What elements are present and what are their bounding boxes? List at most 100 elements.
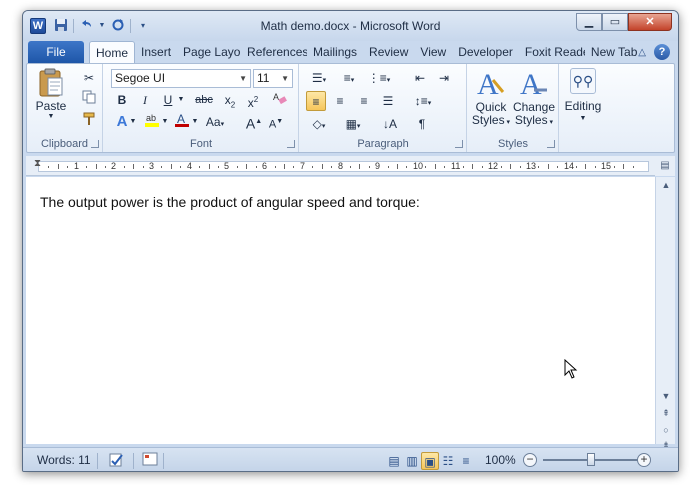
tab-home[interactable]: Home (89, 41, 136, 63)
zoom-in-icon[interactable]: + (637, 453, 651, 467)
view-ruler-icon[interactable]: ▤ (655, 156, 675, 176)
full-screen-reading-icon[interactable]: ▥ (403, 452, 421, 470)
ruler-tick (237, 166, 238, 168)
tab-view[interactable]: View (414, 41, 452, 63)
minimize-button[interactable]: ▁ (576, 13, 602, 31)
highlight-dropdown-icon[interactable]: ▼ (160, 112, 170, 132)
paste-button[interactable]: Paste ▼ (33, 68, 69, 121)
line-spacing-icon[interactable]: ↕≡▾ (410, 91, 436, 111)
tab-file[interactable]: File (28, 41, 84, 63)
shrink-font-icon[interactable]: A▼ (266, 112, 286, 132)
superscript-icon[interactable]: x2 (243, 90, 263, 110)
font-name-combo[interactable]: Segoe UI ▼ (111, 69, 251, 88)
underline-icon[interactable]: U (158, 90, 178, 110)
status-bar: Words: 11 ▤ ▥ ▣ ☷ ≡ 100% − + (23, 447, 678, 471)
ruler-tick (96, 164, 97, 169)
increase-indent-icon[interactable]: ⇥ (434, 68, 454, 88)
ruler-tick (209, 164, 210, 169)
quick-styles-button[interactable]: A Quick Styles ▾ (470, 66, 512, 129)
help-icon[interactable]: ? (654, 44, 670, 60)
change-styles-button[interactable]: A Change Styles ▾ (512, 66, 556, 129)
tab-references[interactable]: References (241, 41, 307, 63)
scroll-up-icon[interactable]: ▲ (656, 180, 676, 190)
outline-view-icon[interactable]: ☷ (439, 452, 457, 470)
borders-icon[interactable]: ▦▾ (340, 114, 366, 134)
underline-dropdown-icon[interactable]: ▼ (176, 90, 186, 110)
font-color-icon[interactable]: A (172, 112, 192, 132)
numbering-icon[interactable]: ≡▾ (336, 68, 362, 88)
subscript-icon[interactable]: x2 (220, 90, 240, 110)
italic-icon[interactable]: I (135, 90, 155, 110)
tab-new-tab[interactable]: New Tab (585, 41, 643, 63)
copy-icon[interactable] (79, 90, 99, 110)
word-window: W ▼ ▾ Math demo.docx - Microsoft Word ▁ … (22, 10, 679, 472)
font-size-combo[interactable]: 11 ▼ (253, 69, 293, 88)
tab-developer[interactable]: Developer (452, 41, 519, 63)
tab-mailings[interactable]: Mailings (307, 41, 363, 63)
clipboard-launcher-icon[interactable] (91, 140, 99, 148)
font-color-dropdown-icon[interactable]: ▼ (190, 112, 200, 132)
align-center-icon[interactable]: ≡ (330, 91, 350, 111)
paragraph-launcher-icon[interactable] (455, 140, 463, 148)
editing-button[interactable]: ⚲⚲ Editing ▼ (560, 68, 606, 125)
change-case-icon[interactable]: Aa▾ (202, 112, 228, 132)
text-effects-dropdown-icon[interactable]: ▼ (128, 112, 138, 132)
zoom-level[interactable]: 100% (485, 453, 516, 467)
vertical-scrollbar[interactable]: ▲ ▼ ⇞ ○ ⇟ (655, 177, 676, 450)
bullets-icon[interactable]: ☰▾ (306, 68, 332, 88)
ruler-tick (369, 166, 370, 168)
font-name-dropdown-icon[interactable]: ▼ (239, 70, 247, 87)
word-count[interactable]: Words: 11 (37, 453, 91, 467)
draft-view-icon[interactable]: ≡ (457, 452, 475, 470)
justify-icon[interactable]: ☰ (378, 91, 398, 111)
document-paragraph[interactable]: The output power is the product of angul… (40, 194, 420, 210)
tab-insert[interactable]: Insert (135, 41, 177, 63)
cut-icon[interactable]: ✂ (79, 68, 99, 88)
styles-launcher-icon[interactable] (547, 140, 555, 148)
maximize-button[interactable]: ▭ (602, 13, 628, 31)
grow-font-icon[interactable]: A▲ (244, 112, 264, 132)
zoom-out-icon[interactable]: − (523, 453, 537, 467)
format-painter-icon[interactable] (79, 112, 99, 132)
print-layout-icon[interactable]: ▤ (385, 452, 403, 470)
change-styles-dropdown-icon[interactable]: ▾ (548, 119, 554, 126)
sort-icon[interactable]: ↓A (380, 114, 400, 134)
zoom-slider-thumb[interactable] (587, 453, 595, 466)
shading-icon[interactable]: ◇▾ (306, 114, 332, 134)
ruler-tick (520, 166, 521, 168)
web-layout-icon[interactable]: ▣ (421, 452, 439, 470)
multilevel-list-icon[interactable]: ⋮≡▾ (366, 68, 392, 88)
paste-dropdown-icon[interactable]: ▼ (33, 113, 69, 121)
font-size-dropdown-icon[interactable]: ▼ (281, 70, 289, 87)
ruler-tick (463, 166, 464, 168)
quick-styles-label-2: Styles (471, 113, 505, 127)
ruler-tick (359, 164, 360, 169)
decrease-indent-icon[interactable]: ⇤ (410, 68, 430, 88)
editing-dropdown-icon[interactable]: ▼ (560, 113, 606, 125)
font-launcher-icon[interactable] (287, 140, 295, 148)
proofing-icon[interactable] (107, 452, 125, 470)
tab-foxit-reader[interactable]: Foxit Reader PDF (519, 41, 585, 63)
document-page[interactable]: The output power is the product of angul… (26, 177, 655, 444)
select-browse-object-icon[interactable]: ○ (656, 425, 676, 435)
ruler-tick (585, 164, 586, 169)
align-right-icon[interactable]: ≡ (354, 91, 374, 111)
show-hide-marks-icon[interactable]: ¶ (412, 114, 432, 134)
highlight-icon[interactable]: ab (142, 112, 162, 132)
font-group-label: Font (189, 138, 212, 150)
align-left-icon[interactable]: ≡ (306, 91, 326, 111)
bold-icon[interactable]: B (112, 90, 132, 110)
quick-styles-dropdown-icon[interactable]: ▾ (505, 119, 511, 126)
tab-review[interactable]: Review (363, 41, 414, 63)
macro-recording-icon[interactable] (141, 452, 159, 470)
horizontal-ruler[interactable]: 1 2 3 4 5 6 7 8 9 10 11 12 13 14 15 ⧗ (26, 156, 675, 176)
close-button[interactable]: ✕ (628, 13, 672, 31)
quick-styles-icon: A (470, 66, 512, 103)
strikethrough-icon[interactable]: abc (192, 90, 216, 110)
previous-page-icon[interactable]: ⇞ (656, 408, 676, 419)
indent-marker-icon[interactable]: ⧗ (34, 158, 41, 169)
tab-page-layout[interactable]: Page Layout (177, 41, 241, 63)
minimize-ribbon-icon[interactable]: △ (638, 47, 646, 58)
scroll-down-icon[interactable]: ▼ (656, 391, 676, 401)
clear-formatting-icon[interactable]: A (270, 90, 290, 110)
